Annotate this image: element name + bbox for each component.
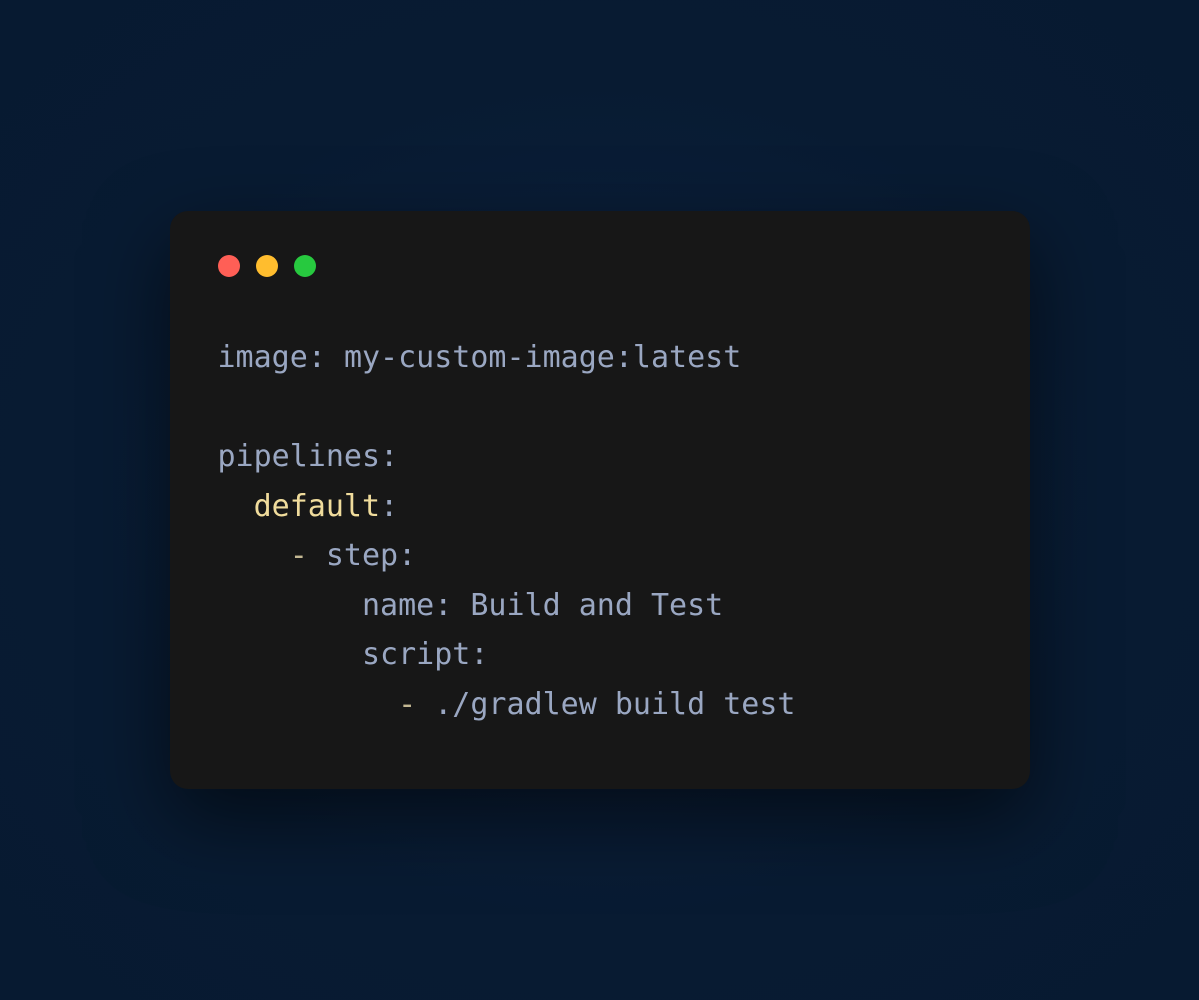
yaml-colon: : <box>398 538 416 573</box>
yaml-key: pipelines <box>218 439 381 474</box>
yaml-colon: : <box>470 637 488 672</box>
yaml-dash: - <box>398 687 434 722</box>
yaml-colon: : <box>380 489 398 524</box>
yaml-key: name <box>362 588 434 623</box>
yaml-value: Build and Test <box>470 588 723 623</box>
yaml-colon: : <box>380 439 398 474</box>
indent <box>218 588 363 623</box>
zoom-icon[interactable] <box>294 255 316 277</box>
indent <box>218 687 399 722</box>
yaml-key: step <box>326 538 398 573</box>
yaml-key: script <box>362 637 470 672</box>
yaml-key: image <box>218 340 308 375</box>
indent <box>218 489 254 524</box>
indent <box>218 538 290 573</box>
yaml-colon: : <box>434 588 470 623</box>
close-icon[interactable] <box>218 255 240 277</box>
yaml-colon: : <box>308 340 344 375</box>
code-block: image: my-custom-image:latest pipelines:… <box>218 333 982 729</box>
window-traffic-lights <box>218 255 982 277</box>
yaml-value: ./gradlew build test <box>434 687 795 722</box>
yaml-key-highlight: default <box>254 489 380 524</box>
yaml-value: my-custom-image:latest <box>344 340 741 375</box>
indent <box>218 637 363 672</box>
yaml-dash: - <box>290 538 326 573</box>
minimize-icon[interactable] <box>256 255 278 277</box>
code-window: image: my-custom-image:latest pipelines:… <box>170 211 1030 789</box>
